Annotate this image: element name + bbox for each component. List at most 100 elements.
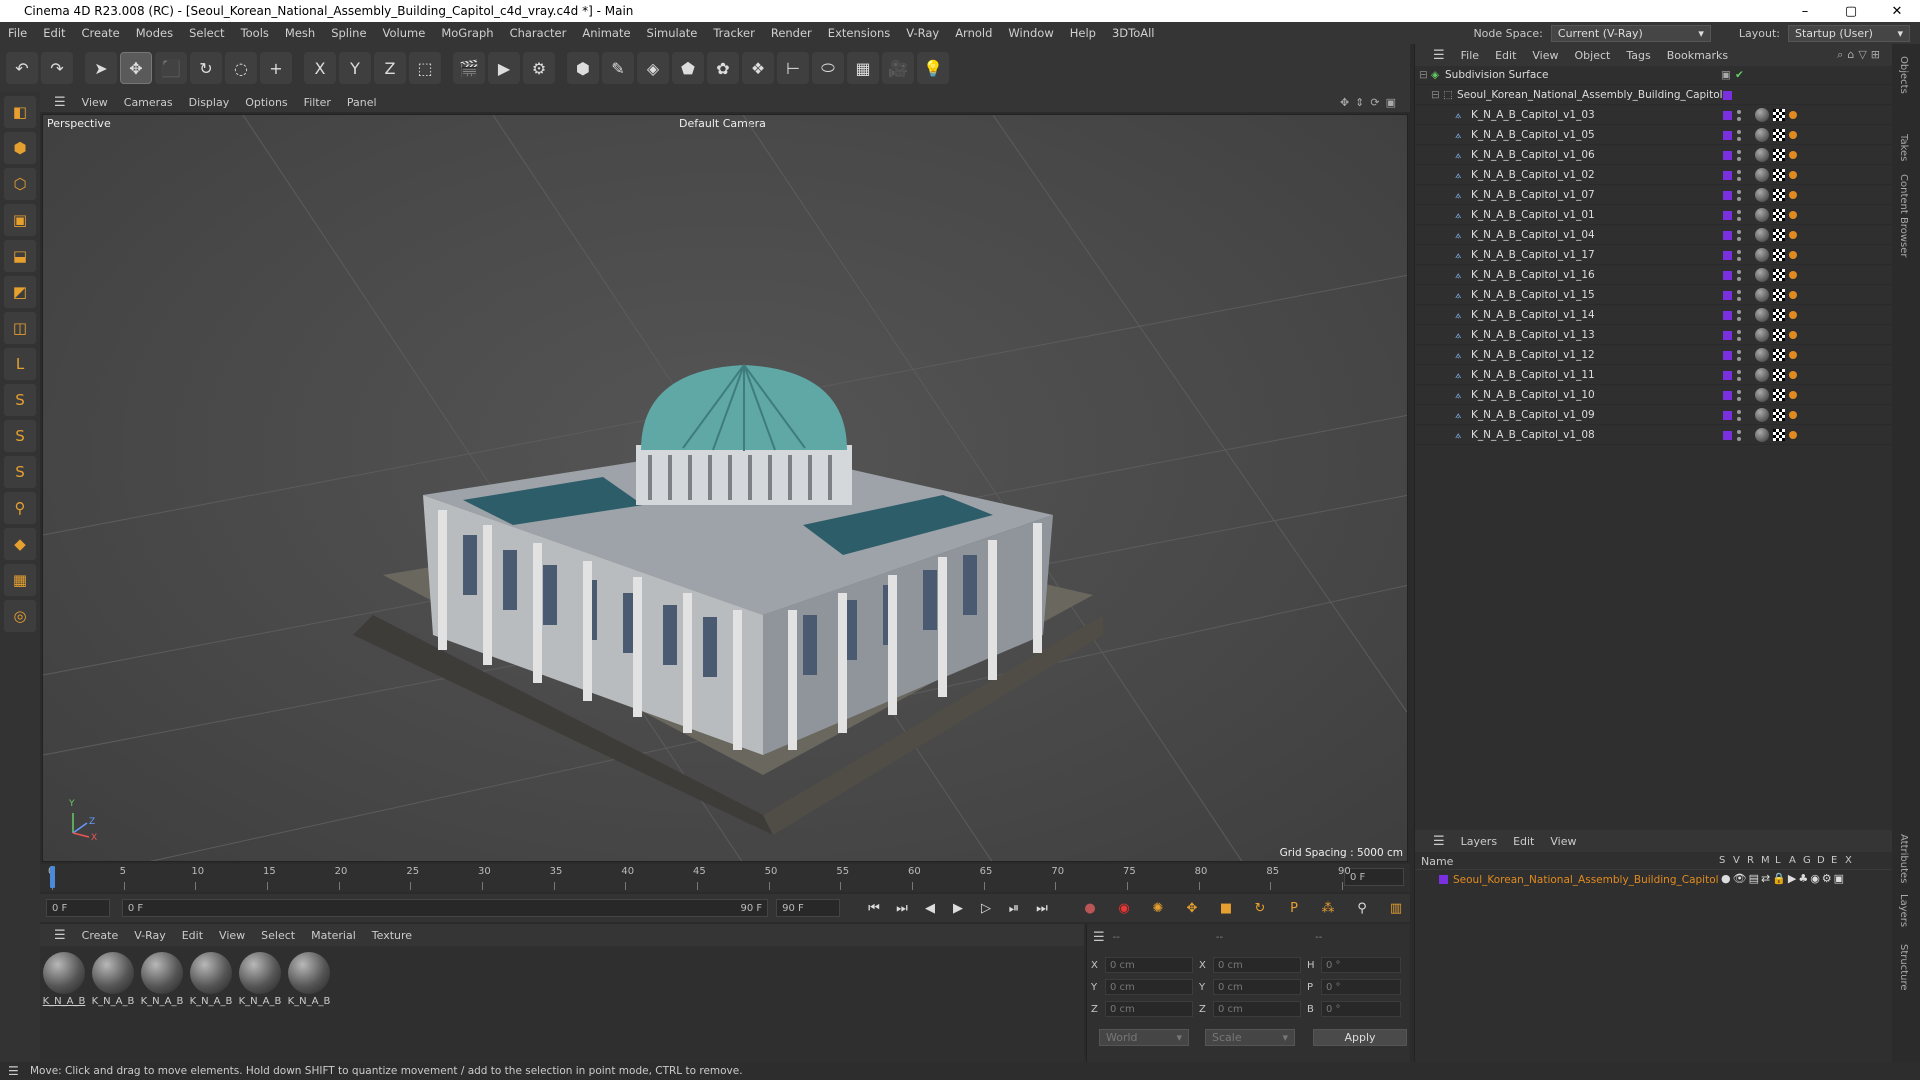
visibility-dot-icon[interactable]	[1737, 410, 1741, 414]
layer-color-swatch[interactable]	[1723, 111, 1732, 120]
undo-icon[interactable]: ↶	[6, 52, 38, 84]
layer-color-swatch[interactable]	[1723, 391, 1732, 400]
layer-color-swatch[interactable]	[1723, 331, 1732, 340]
menu-render[interactable]: Render	[763, 26, 820, 40]
material-tag-icon[interactable]	[1755, 288, 1769, 302]
layer-menu-edit[interactable]: Edit	[1505, 835, 1542, 848]
visibility-dot-icon[interactable]	[1737, 290, 1741, 294]
uvw-tag-icon[interactable]	[1773, 289, 1785, 301]
size-y-field[interactable]: 0 cm	[1213, 979, 1301, 995]
tree-row-child[interactable]: ⟑ K_N_A_B_Capitol_v1_11	[1415, 366, 1893, 385]
render-dot-icon[interactable]	[1737, 277, 1741, 281]
visibility-dot-icon[interactable]	[1737, 310, 1741, 314]
tree-row-child[interactable]: ⟑ K_N_A_B_Capitol_v1_06	[1415, 146, 1893, 165]
uvw-tag-icon[interactable]	[1773, 209, 1785, 221]
uvw-tag-icon[interactable]	[1773, 349, 1785, 361]
tree-row-group[interactable]: ⊟ ⬚ Seoul_Korean_National_Assembly_Build…	[1415, 86, 1893, 105]
tree-row-child[interactable]: ⟑ K_N_A_B_Capitol_v1_08	[1415, 426, 1893, 445]
layer-color-swatch[interactable]	[1723, 251, 1732, 260]
left-tool-2-icon[interactable]: ⬡	[4, 168, 36, 200]
start-frame-field[interactable]: 0 F	[46, 899, 110, 917]
playhead[interactable]	[50, 866, 55, 888]
uvw-tag-icon[interactable]	[1773, 149, 1785, 161]
left-tool-8-icon[interactable]: S	[4, 384, 36, 416]
hamburger-icon[interactable]: ☰	[1093, 930, 1105, 945]
tab-objects[interactable]: Objects	[1898, 56, 1909, 94]
live-select-icon[interactable]: ◌	[225, 52, 257, 84]
vray-tag-icon[interactable]	[1789, 391, 1797, 399]
material-tag-icon[interactable]	[1755, 248, 1769, 262]
layer-color-swatch[interactable]	[1439, 875, 1448, 884]
material-menu-texture[interactable]: Texture	[364, 929, 420, 942]
z-axis-icon[interactable]: Z	[374, 52, 406, 84]
go-end-icon[interactable]: ⏭	[1031, 897, 1053, 919]
key-param-icon[interactable]: P	[1283, 897, 1305, 919]
cloner-icon[interactable]: ✿	[707, 52, 739, 84]
tree-row-child[interactable]: ⟑ K_N_A_B_Capitol_v1_09	[1415, 406, 1893, 425]
uvw-tag-icon[interactable]	[1773, 189, 1785, 201]
rotation-h-field[interactable]: 0 °	[1321, 957, 1401, 973]
material-tag-icon[interactable]	[1755, 188, 1769, 202]
viewport-menu-cameras[interactable]: Cameras	[116, 96, 181, 109]
floor-icon[interactable]: ▦	[847, 52, 879, 84]
viewport-menu-panel[interactable]: Panel	[339, 96, 385, 109]
search-icon[interactable]: ⌕⌂▽⊞	[1829, 48, 1892, 62]
render-dot-icon[interactable]	[1737, 137, 1741, 141]
material-swatch[interactable]: K_N_A_B	[287, 952, 331, 1007]
tree-row-child[interactable]: ⟑ K_N_A_B_Capitol_v1_17	[1415, 246, 1893, 265]
timeline-icon[interactable]: ▥	[1385, 897, 1407, 919]
material-swatch[interactable]: K_N_A_B	[238, 952, 282, 1007]
material-swatch[interactable]: K_N_A_B	[91, 952, 135, 1007]
visibility-dot-icon[interactable]	[1737, 390, 1741, 394]
key-scale-icon[interactable]: ■	[1215, 897, 1237, 919]
hamburger-icon[interactable]: ☰	[1425, 834, 1453, 849]
left-tool-9-icon[interactable]: S	[4, 420, 36, 452]
key-rotation-icon[interactable]: ↻	[1249, 897, 1271, 919]
left-tool-13-icon[interactable]: ▦	[4, 564, 36, 596]
render-dot-icon[interactable]	[1737, 377, 1741, 381]
uvw-tag-icon[interactable]	[1773, 389, 1785, 401]
vray-tag-icon[interactable]	[1789, 131, 1797, 139]
key-position-icon[interactable]: ✥	[1181, 897, 1203, 919]
vray-tag-icon[interactable]	[1789, 231, 1797, 239]
select-arrow-icon[interactable]: ➤	[85, 52, 117, 84]
close-button[interactable]: ✕	[1874, 0, 1920, 22]
timeline-ruler[interactable]: 0 F 051015202530354045505560657075808590	[40, 864, 1410, 892]
apply-button[interactable]: Apply	[1313, 1028, 1407, 1046]
viewport-menu-view[interactable]: View	[74, 96, 116, 109]
menu-create[interactable]: Create	[74, 26, 128, 40]
light-icon[interactable]: 💡	[917, 52, 949, 84]
rotate-icon[interactable]: ↻	[190, 52, 222, 84]
node-space-dropdown[interactable]: Current (V-Ray) ▾	[1550, 24, 1711, 42]
left-tool-0-icon[interactable]: ◧	[4, 96, 36, 128]
tree-row-child[interactable]: ⟑ K_N_A_B_Capitol_v1_15	[1415, 286, 1893, 305]
material-tag-icon[interactable]	[1755, 408, 1769, 422]
render-dot-icon[interactable]	[1737, 197, 1741, 201]
material-tag-icon[interactable]	[1755, 428, 1769, 442]
layer-col-a[interactable]: A	[1789, 855, 1799, 866]
menu-volume[interactable]: Volume	[375, 26, 434, 40]
menu-spline[interactable]: Spline	[323, 26, 374, 40]
next-key-icon[interactable]: ⏯	[1003, 897, 1025, 919]
visibility-dot-icon[interactable]	[1737, 330, 1741, 334]
mograph-icon[interactable]: ❖	[742, 52, 774, 84]
vray-tag-icon[interactable]	[1789, 251, 1797, 259]
object-menu-edit[interactable]: Edit	[1487, 49, 1524, 62]
visibility-dot-icon[interactable]	[1737, 190, 1741, 194]
position-x-field[interactable]: 0 cm	[1105, 957, 1193, 973]
material-menu-create[interactable]: Create	[74, 929, 127, 942]
menu-animate[interactable]: Animate	[574, 26, 638, 40]
layer-toggle-icons[interactable]: ●👁▤⇄🔒▶♣◉⚙▣	[1721, 872, 1846, 885]
visibility-dot-icon[interactable]	[1737, 170, 1741, 174]
check-icon[interactable]: ✔	[1735, 69, 1744, 81]
material-tag-icon[interactable]	[1755, 348, 1769, 362]
autokey-icon[interactable]: ◉	[1113, 897, 1135, 919]
layer-color-swatch[interactable]	[1723, 171, 1732, 180]
layer-col-d[interactable]: D	[1817, 855, 1827, 866]
menu-extensions[interactable]: Extensions	[820, 26, 898, 40]
layer-color-swatch[interactable]	[1723, 311, 1732, 320]
size-mode-dropdown[interactable]: Scale ▾	[1205, 1028, 1295, 1046]
render-view-icon[interactable]: ▶	[488, 52, 520, 84]
rotation-b-field[interactable]: 0 °	[1321, 1001, 1401, 1017]
redo-icon[interactable]: ↷	[41, 52, 73, 84]
